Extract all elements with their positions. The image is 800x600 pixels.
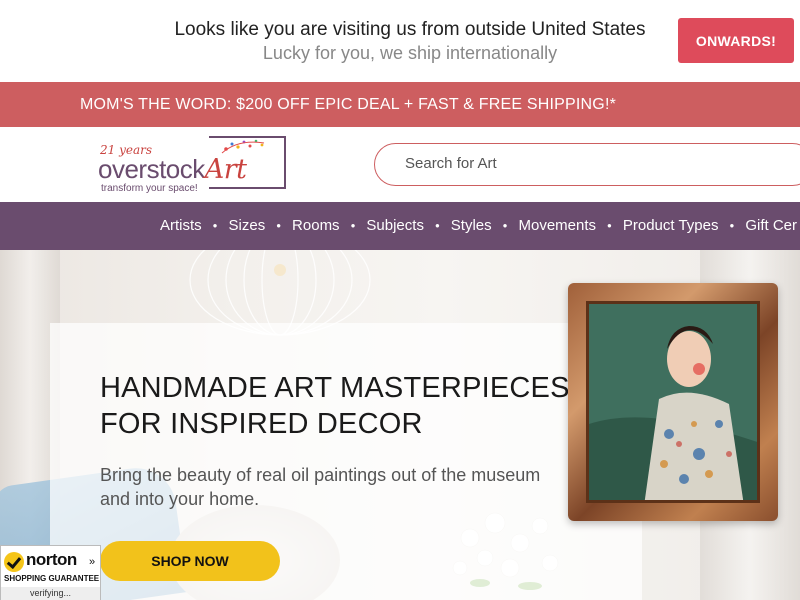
nav-separator: ● — [350, 221, 356, 230]
logo-brand-art: Art — [204, 154, 247, 185]
promo-text[interactable]: MOM'S THE WORD: $200 OFF EPIC DEAL + FAS… — [80, 96, 616, 114]
onwards-button[interactable]: ONWARDS! — [678, 18, 794, 63]
norton-status: verifying... — [1, 587, 100, 600]
logo-brand-main: overstock — [98, 154, 205, 184]
nav-item-movements[interactable]: Movements — [519, 217, 597, 235]
hero-title: HANDMADE ART MASTERPIECES FOR INSPIRED D… — [100, 370, 570, 442]
nav-item-sizes[interactable]: Sizes — [229, 217, 266, 235]
nav-item-gift-certificates[interactable]: Gift Cer — [745, 217, 797, 235]
painting-canvas — [586, 301, 760, 503]
nav-item-product-types[interactable]: Product Types — [623, 217, 719, 235]
nav-separator: ● — [212, 221, 218, 230]
nav-item-artists[interactable]: Artists — [160, 217, 202, 235]
nav-separator: ● — [729, 221, 735, 230]
geo-message: Looks like you are visiting us from outs… — [150, 18, 670, 64]
promo-bar[interactable]: MOM'S THE WORD: $200 OFF EPIC DEAL + FAS… — [0, 82, 800, 127]
logo[interactable]: 21 years overstockArt transform your spa… — [98, 135, 288, 195]
portrait-painting — [589, 304, 757, 500]
norton-guarantee-label: SHOPPING GUARANTEE — [4, 574, 100, 583]
search-box[interactable] — [374, 143, 800, 186]
search-input[interactable] — [405, 155, 785, 172]
nav-item-rooms[interactable]: Rooms — [292, 217, 340, 235]
logo-wordmark: overstockArt — [98, 154, 247, 185]
site-header: 21 years overstockArt transform your spa… — [0, 127, 800, 202]
nav-item-subjects[interactable]: Subjects — [366, 217, 424, 235]
main-nav: Artists ● Sizes ● Rooms ● Subjects ● Sty… — [0, 202, 800, 250]
nav-list: Artists ● Sizes ● Rooms ● Subjects ● Sty… — [160, 217, 797, 235]
hero-banner[interactable]: HANDMADE ART MASTERPIECES FOR INSPIRED D… — [0, 250, 800, 600]
nav-separator: ● — [607, 221, 612, 230]
logo-tagline: transform your space! — [101, 183, 198, 194]
hero-title-line1: HANDMADE ART MASTERPIECES — [100, 372, 570, 404]
framed-painting-image — [568, 283, 778, 521]
norton-badge[interactable]: norton » SHOPPING GUARANTEE verifying... — [0, 545, 101, 600]
hero-subtitle: Bring the beauty of real oil paintings o… — [100, 465, 541, 509]
chevron-right-icon: » — [89, 556, 96, 568]
checkmark-icon — [4, 552, 24, 572]
nav-separator: ● — [434, 221, 440, 230]
nav-separator: ● — [502, 221, 508, 230]
nav-item-styles[interactable]: Styles — [451, 217, 492, 235]
shop-now-button[interactable]: SHOP NOW — [100, 541, 280, 581]
geo-message-line1: Looks like you are visiting us from outs… — [174, 19, 646, 40]
geo-banner: Looks like you are visiting us from outs… — [0, 0, 800, 82]
nav-separator: ● — [276, 221, 282, 230]
geo-message-line2: Lucky for you, we ship internationally — [262, 43, 558, 63]
hero-title-line2: FOR INSPIRED DECOR — [100, 408, 423, 440]
norton-name: norton — [26, 550, 77, 569]
